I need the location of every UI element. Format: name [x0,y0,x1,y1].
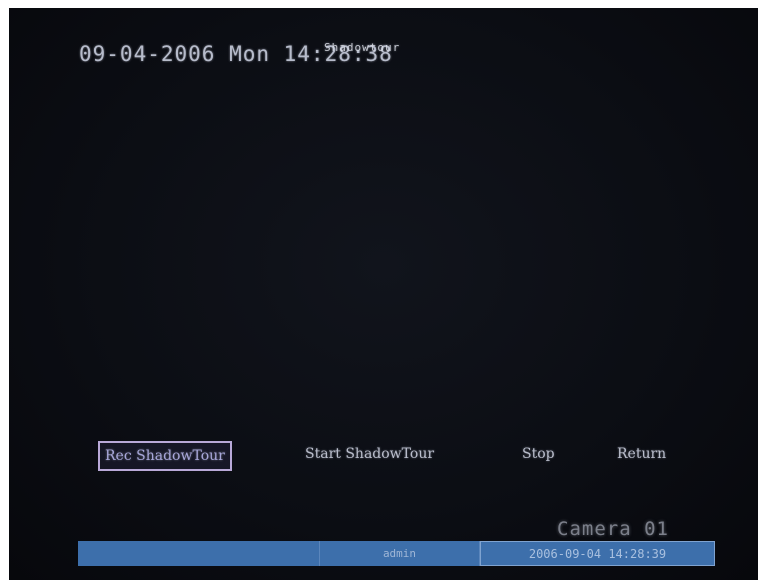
osd-status-text: Shadowtour [324,41,401,54]
status-bar: admin 2006-09-04 14:28:39 [78,541,715,566]
rec-shadowtour-button[interactable]: Rec ShadowTour [98,441,232,471]
dvr-screen: 09-04-2006 Mon 14:28:38 Shadowtour Rec S… [0,0,766,580]
camera-label: Camera 01 [557,518,669,540]
status-bar-user: admin [320,541,480,566]
video-feed: 09-04-2006 Mon 14:28:38 Shadowtour [9,8,758,580]
start-shadowtour-button[interactable]: Start ShadowTour [300,441,439,467]
return-button[interactable]: Return [612,441,671,467]
status-bar-left-cell [78,541,320,566]
status-bar-timestamp: 2006-09-04 14:28:39 [480,541,715,566]
stop-button[interactable]: Stop [517,441,560,467]
